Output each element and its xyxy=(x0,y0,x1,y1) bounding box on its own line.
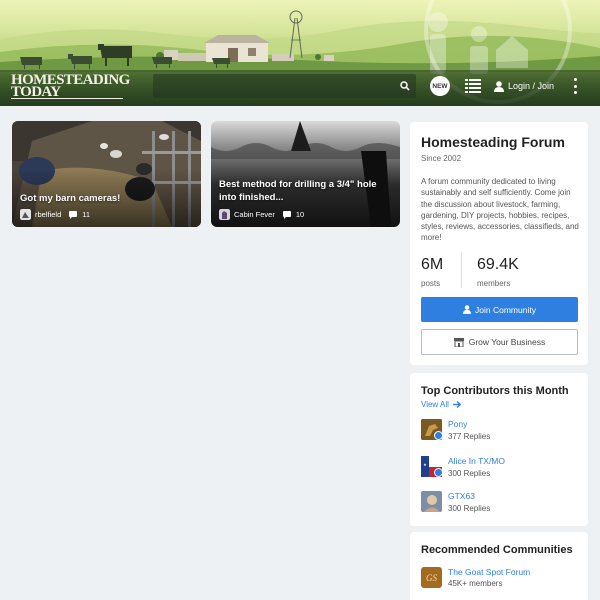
search-icon xyxy=(400,81,410,91)
user-icon xyxy=(494,80,504,92)
login-join-label: Login / Join xyxy=(508,81,555,91)
goat-spot-logo-text: GS xyxy=(426,572,437,583)
join-community-label: Join Community xyxy=(475,304,536,315)
thread-title[interactable]: Got my barn cameras! xyxy=(20,192,190,205)
thread-author[interactable]: rbelfield xyxy=(35,210,61,219)
grow-business-button[interactable]: Grow Your Business xyxy=(421,329,578,355)
thread-meta: rbelfield 11 xyxy=(20,209,90,220)
contributor-replies: 377 Replies xyxy=(448,432,491,441)
members-count: 69.4K xyxy=(477,256,519,273)
top-contributors-panel: Top Contributors this Month View All Pon… xyxy=(410,373,588,526)
stat-divider xyxy=(461,252,462,288)
community-item[interactable]: GS The Goat Spot Forum 45K+ members xyxy=(421,567,530,588)
arrow-right-icon xyxy=(452,401,461,408)
contributor-name[interactable]: Pony xyxy=(448,419,490,430)
contributor-replies: 300 Replies xyxy=(448,504,491,513)
gtx63-avatar-image xyxy=(421,491,442,512)
community-since: Since 2002 xyxy=(421,154,462,163)
more-menu-icon[interactable] xyxy=(572,78,578,94)
thread-meta: Cabin Fever 10 xyxy=(219,209,304,220)
user-icon xyxy=(463,305,472,314)
site-header: HOMESTEADING TODAY NEW Login / Join xyxy=(0,0,600,106)
new-posts-button[interactable]: NEW xyxy=(430,76,450,96)
join-community-button[interactable]: Join Community xyxy=(421,297,578,322)
logo-underline xyxy=(11,98,123,99)
contributor-item[interactable]: Alice In TX/MO 300 Replies xyxy=(421,456,505,478)
storefront-icon xyxy=(453,337,464,347)
grow-business-label: Grow Your Business xyxy=(468,337,546,347)
author-avatar xyxy=(219,209,230,220)
community-description: A forum community dedicated to living su… xyxy=(421,177,579,243)
posts-label: posts xyxy=(421,279,441,288)
community-name[interactable]: The Goat Spot Forum xyxy=(448,567,530,578)
top-contributors-title: Top Contributors this Month xyxy=(421,385,569,397)
login-join-link[interactable]: Login / Join xyxy=(494,80,554,92)
contributor-badge xyxy=(434,431,443,440)
search-input[interactable] xyxy=(153,74,394,98)
site-logo[interactable]: HOMESTEADING TODAY xyxy=(11,73,130,100)
forum-list-icon[interactable] xyxy=(465,79,481,93)
posts-count: 6M xyxy=(421,256,444,273)
community-about-panel: Homesteading Forum Since 2002 A forum co… xyxy=(410,122,588,365)
community-members: 45K+ members xyxy=(448,579,503,588)
author-avatar xyxy=(20,209,31,220)
members-label: members xyxy=(477,279,511,288)
thread-title[interactable]: Best method for drilling a 3/4" hole int… xyxy=(219,178,389,204)
contributor-avatar xyxy=(421,491,442,512)
view-all-link[interactable]: View All xyxy=(421,400,461,409)
contributor-badge xyxy=(434,468,443,477)
comment-icon xyxy=(69,210,78,219)
contributor-name[interactable]: GTX63 xyxy=(448,491,490,502)
contributor-item[interactable]: Pony 377 Replies xyxy=(421,419,490,441)
search-button[interactable] xyxy=(394,74,416,98)
posts-stat: 6M posts xyxy=(421,256,443,288)
view-all-label: View All xyxy=(421,400,449,409)
comment-icon xyxy=(282,210,291,219)
thread-card[interactable]: Best method for drilling a 3/4" hole int… xyxy=(211,121,400,227)
contributor-replies: 300 Replies xyxy=(448,469,491,478)
thread-card[interactable]: Got my barn cameras! rbelfield 11 xyxy=(12,121,201,227)
goat-spot-logo: GS xyxy=(421,567,442,588)
community-title: Homesteading Forum xyxy=(421,134,565,150)
members-stat: 69.4K members xyxy=(477,256,519,288)
recommended-communities-panel: Recommended Communities GS The Goat Spot… xyxy=(410,532,588,600)
contributor-avatar xyxy=(421,456,443,477)
thread-reply-count: 10 xyxy=(295,210,305,219)
contributor-avatar xyxy=(421,419,443,440)
contributor-name[interactable]: Alice In TX/MO xyxy=(448,456,505,467)
new-posts-label: NEW xyxy=(432,82,448,90)
thread-author[interactable]: Cabin Fever xyxy=(234,210,275,219)
thread-reply-count: 11 xyxy=(82,210,91,219)
recommended-title: Recommended Communities xyxy=(421,544,573,556)
contributor-item[interactable]: GTX63 300 Replies xyxy=(421,491,490,513)
